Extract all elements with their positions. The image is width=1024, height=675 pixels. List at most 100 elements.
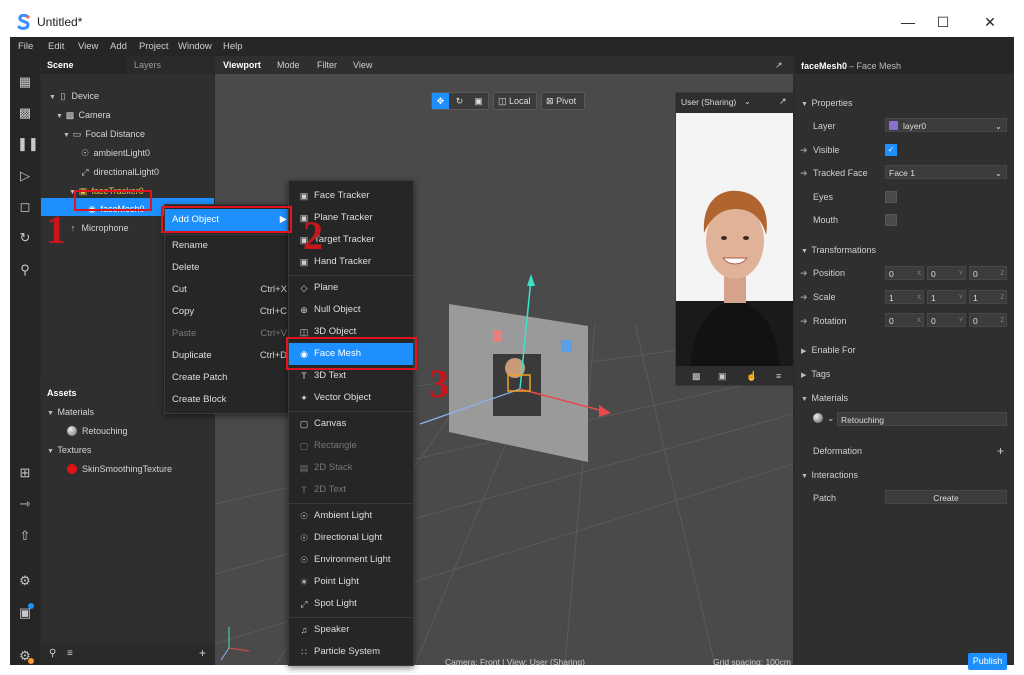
bug-icon[interactable]: ⚙ [17,573,33,589]
search-icon[interactable]: ⚲ [49,648,56,659]
menu-item-duplicate[interactable]: Duplicate Ctrl+D [165,345,293,367]
menu-item-copy[interactable]: Copy Ctrl+C [165,301,293,323]
section-transformations[interactable]: ▼ Transformations [801,245,876,255]
menu-project[interactable]: Project [139,41,169,52]
upload-icon[interactable]: ⇧ [17,528,33,544]
section-tags[interactable]: ▶ Tags [801,369,830,379]
publish-button[interactable]: Publish [968,653,1007,670]
tree-item-device[interactable]: ▼ ▯ Device [49,91,99,102]
submenu-directional-light[interactable]: ☉ Directional Light [289,527,413,549]
expand-icon[interactable]: ↗ [775,60,783,71]
move-tool-icon[interactable]: ✥ [432,93,449,109]
asset-group-textures[interactable]: ▼ Textures [47,445,91,455]
menu-item-delete[interactable]: Delete [165,257,293,279]
submenu-null-object[interactable]: ⊕ Null Object [289,299,413,321]
pause-icon[interactable]: ❚❚ [17,136,39,152]
touch-icon[interactable]: ☝ [746,371,757,382]
menu-file[interactable]: File [18,41,33,52]
scale-z-field[interactable]: 1Z [969,290,1007,304]
close-icon[interactable]: ✕ [980,12,1000,32]
layer-select[interactable]: layer0 ⌄ [885,118,1007,132]
tree-item-camera[interactable]: ▼ ▩ Camera [56,110,111,121]
tab-mode[interactable]: Mode [277,60,300,70]
scale-x-field[interactable]: 1X [885,290,924,304]
section-properties[interactable]: ▼ Properties [801,98,853,108]
menu-view[interactable]: View [78,41,98,52]
tracked-face-link-icon[interactable]: ➜ [800,168,808,179]
tab-scene[interactable]: Scene [47,60,74,70]
position-link-icon[interactable]: ➜ [800,268,808,279]
tracked-face-select[interactable]: Face 1 ⌄ [885,165,1007,179]
menu-item-cut[interactable]: Cut Ctrl+X [165,279,293,301]
material-field[interactable]: Retouching [837,412,1007,426]
search-icon[interactable]: ⚲ [17,262,33,278]
rotation-y-field[interactable]: 0Y [927,313,966,327]
scale-tool-icon[interactable]: ▣ [470,93,487,109]
position-z-field[interactable]: 0Z [969,266,1007,280]
camera-switch-icon[interactable]: ▣ [718,371,727,382]
minimize-icon[interactable]: — [898,12,918,32]
menu-edit[interactable]: Edit [48,41,64,52]
submenu-vector-object[interactable]: ✦ Vector Object [289,387,413,409]
local-button[interactable]: ◫ Local [493,92,537,110]
more-menu-icon[interactable]: ≡ [776,371,781,381]
mouth-checkbox[interactable] [885,214,897,226]
section-interactions[interactable]: ▼ Interactions [801,470,858,480]
submenu-canvas[interactable]: ▢ Canvas [289,413,413,435]
stop-icon[interactable]: ◻ [17,199,33,215]
video-icon[interactable]: ▩ [17,105,33,121]
menu-item-rename[interactable]: Rename [165,235,293,257]
visible-checkbox[interactable]: ✓ [885,144,897,156]
material-chevron-icon[interactable]: ⌄ [827,413,835,424]
send-to-device-icon[interactable]: ⇾ [17,496,33,512]
submenu-environment-light[interactable]: ☉ Environment Light [289,549,413,571]
tab-layers[interactable]: Layers [134,60,161,70]
menu-item-create-block[interactable]: Create Block [165,389,293,411]
tab-view[interactable]: View [353,60,372,70]
submenu-plane[interactable]: ◇ Plane [289,277,413,299]
scale-y-field[interactable]: 1Y [927,290,966,304]
submenu-face-tracker[interactable]: ▣ Face Tracker [289,185,413,207]
scale-link-icon[interactable]: ➜ [800,292,808,303]
add-file-icon[interactable]: ⊞ [17,465,33,481]
layout-icon[interactable]: ▦ [17,74,33,90]
submenu-speaker[interactable]: ♫ Speaker [289,619,413,641]
submenu-point-light[interactable]: ☀ Point Light [289,571,413,593]
asset-group-materials[interactable]: ▼ Materials [47,407,94,417]
submenu-particle-system[interactable]: ∷ Particle System [289,641,413,663]
submenu-ambient-light[interactable]: ☉ Ambient Light [289,505,413,527]
rotate-tool-icon[interactable]: ↻ [451,93,468,109]
chevron-down-icon[interactable]: ⌄ [744,97,751,106]
menu-window[interactable]: Window [178,41,212,52]
position-y-field[interactable]: 0Y [927,266,966,280]
menu-add[interactable]: Add [110,41,127,52]
pivot-button[interactable]: ⊠ Pivot [541,92,585,110]
tree-item-ambient-light[interactable]: ☉ ambientLight0 [79,148,150,159]
submenu-spot-light[interactable]: ⤢ Spot Light [289,593,413,615]
section-materials[interactable]: ▼ Materials [801,393,848,403]
rotation-z-field[interactable]: 0Z [969,313,1007,327]
refresh-icon[interactable]: ↻ [17,230,33,246]
position-x-field[interactable]: 0X [885,266,924,280]
external-icon[interactable]: ↗ [779,96,787,107]
asset-retouching[interactable]: Retouching [67,426,128,436]
preview-device-select[interactable]: User (Sharing) [681,97,736,107]
section-enable-for[interactable]: ▶ Enable For [801,345,856,355]
menu-item-create-patch[interactable]: Create Patch [165,367,293,389]
video-record-icon[interactable]: ▩ [692,371,701,382]
asset-skin-smoothing-texture[interactable]: SkinSmoothingTexture [67,464,172,474]
tab-filter[interactable]: Filter [317,60,337,70]
filter-icon[interactable]: ≡ [67,648,73,659]
add-icon[interactable]: + [199,646,206,660]
tree-item-microphone[interactable]: ↑ Microphone [67,223,129,233]
eyes-checkbox[interactable] [885,191,897,203]
maximize-icon[interactable]: ☐ [933,12,953,32]
tree-item-directional-light[interactable]: ⤢ directionalLight0 [79,167,159,178]
visible-link-icon[interactable]: ➜ [800,145,808,156]
tab-viewport[interactable]: Viewport [223,60,261,70]
step-icon[interactable]: ▷ [17,168,33,184]
create-patch-button[interactable]: Create [885,490,1007,504]
tree-item-focal-distance[interactable]: ▼ ▭ Focal Distance [63,129,145,140]
rotation-x-field[interactable]: 0X [885,313,924,327]
menu-help[interactable]: Help [223,41,243,52]
